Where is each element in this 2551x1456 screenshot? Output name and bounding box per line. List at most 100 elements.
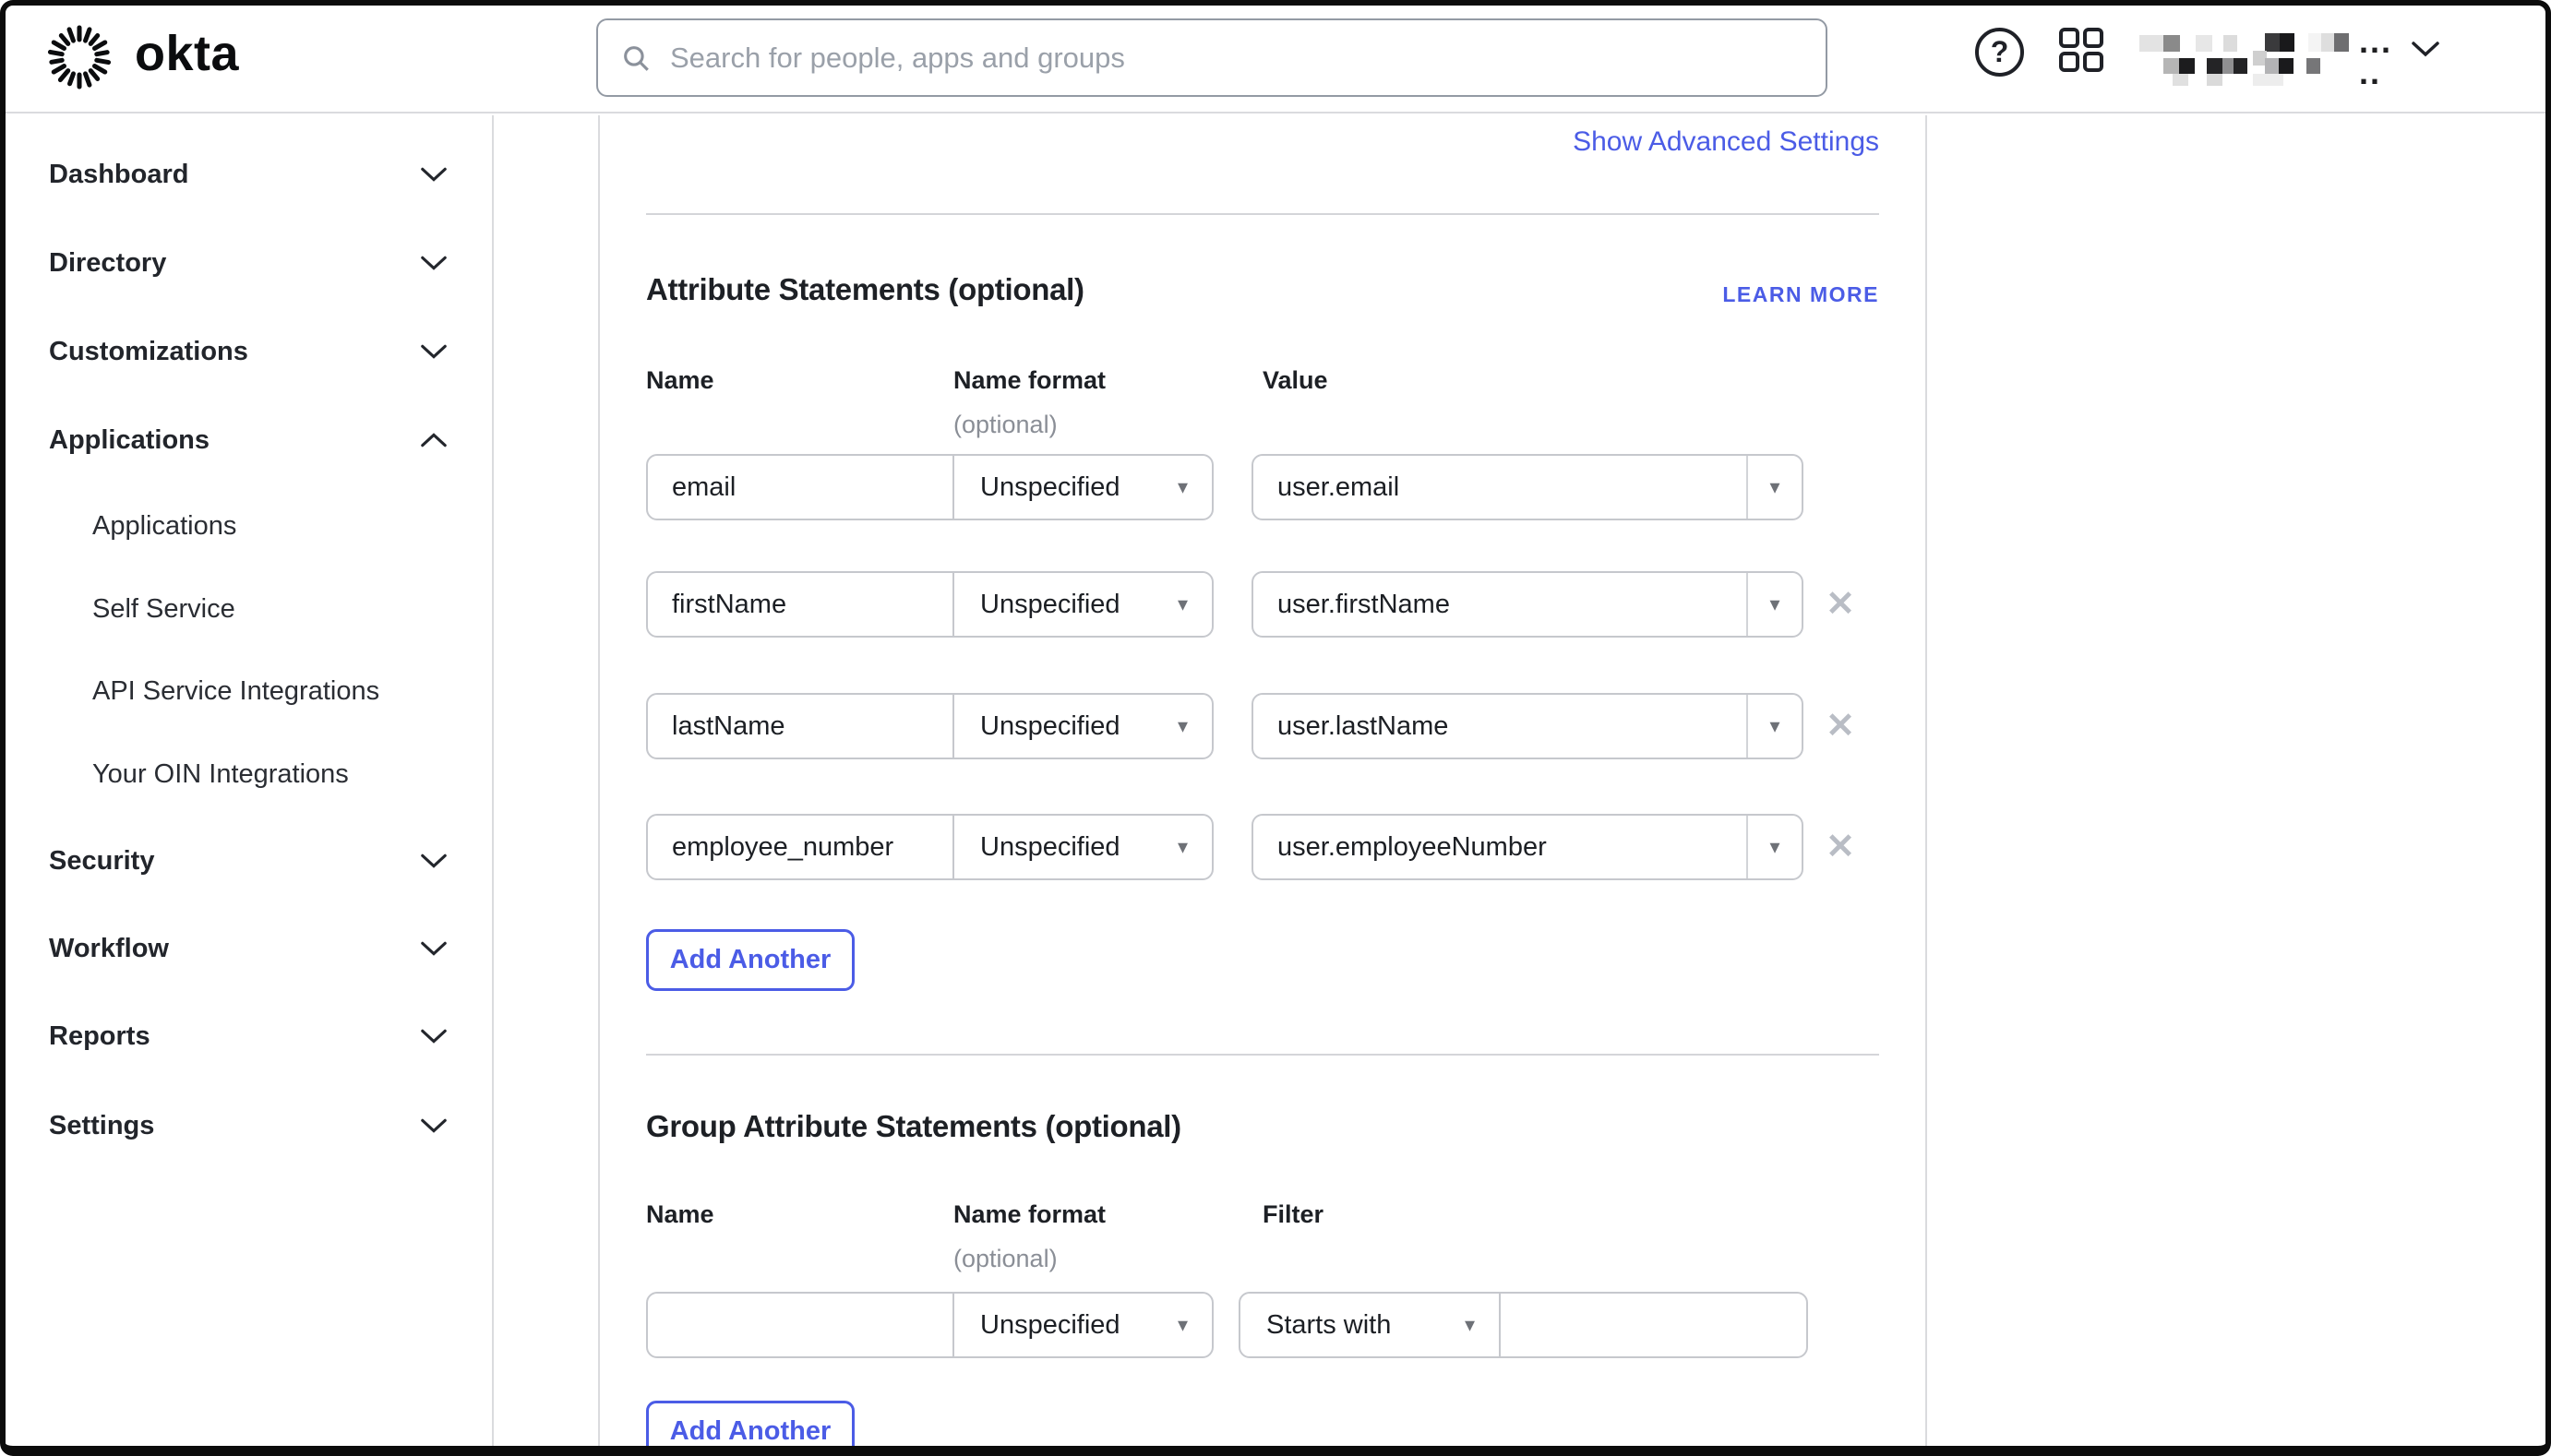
dropdown-caret-icon: ▾: [1178, 1313, 1188, 1337]
attribute-name-input[interactable]: [648, 573, 952, 636]
attribute-row: Unspecified ▾ ▾ ✕: [600, 571, 1929, 638]
filter-operator-select[interactable]: Starts with ▾: [1240, 1294, 1499, 1356]
dropdown-caret-icon: ▾: [1178, 835, 1188, 859]
close-icon: ✕: [1826, 707, 1855, 746]
attribute-value-input[interactable]: [1253, 695, 1746, 758]
search-input[interactable]: [670, 42, 1803, 75]
name-format-value: Unspecified: [980, 711, 1120, 742]
section-divider: [646, 1054, 1879, 1056]
okta-logo[interactable]: okta: [46, 22, 239, 92]
help-button[interactable]: ?: [1975, 28, 2024, 77]
attribute-value-input[interactable]: [1253, 456, 1746, 519]
name-and-format-group: Unspecified ▾: [646, 1292, 1214, 1358]
sidebar-item-settings[interactable]: Settings: [0, 1105, 494, 1146]
dropdown-caret-icon: ▾: [1769, 714, 1779, 738]
group-attribute-row: Unspecified ▾ Starts with ▾: [600, 1292, 1929, 1358]
add-another-attribute-button[interactable]: Add Another: [646, 929, 855, 991]
top-bar: okta ?: [0, 0, 2551, 113]
show-advanced-settings-link[interactable]: Show Advanced Settings: [1573, 126, 1879, 158]
column-header-name: Name: [646, 366, 714, 395]
column-header-name-format: Name format: [953, 366, 1106, 395]
okta-spinner-icon: [46, 24, 113, 90]
dropdown-caret-icon: ▾: [1178, 592, 1188, 616]
account-menu[interactable]: [2138, 28, 2350, 89]
remove-row-button[interactable]: ✕: [1820, 584, 1861, 625]
sidebar-item-self-service[interactable]: Self Service: [0, 589, 494, 629]
remove-row-button[interactable]: ✕: [1820, 706, 1861, 746]
search-icon: [620, 42, 652, 74]
attribute-value-input[interactable]: [1253, 816, 1746, 878]
settings-form-panel: Show Advanced Settings Attribute Stateme…: [598, 115, 1927, 1456]
chevron-down-icon: [420, 941, 448, 957]
chevron-down-icon: [420, 1029, 448, 1044]
name-format-select[interactable]: Unspecified ▾: [952, 573, 1212, 636]
grid-icon: [2058, 27, 2104, 73]
name-format-select[interactable]: Unspecified ▾: [952, 456, 1212, 519]
name-and-format-group: Unspecified ▾: [646, 693, 1214, 759]
attribute-value-input[interactable]: [1253, 573, 1746, 636]
redacted-account-text: [2138, 28, 2350, 89]
value-combo: ▾: [1252, 454, 1803, 520]
dropdown-caret-icon: ▾: [1769, 835, 1779, 859]
name-and-format-group: Unspecified ▾: [646, 814, 1214, 880]
filter-group: Starts with ▾: [1239, 1292, 1808, 1358]
close-icon: ✕: [1826, 585, 1855, 624]
learn-more-link[interactable]: LEARN MORE: [1722, 282, 1879, 307]
app-switcher-button[interactable]: [2056, 26, 2106, 76]
name-and-format-group: Unspecified ▾: [646, 571, 1214, 638]
account-chevron-button[interactable]: [2411, 41, 2440, 60]
sidebar-item-reports[interactable]: Reports: [0, 1016, 494, 1056]
value-combo: ▾: [1252, 693, 1803, 759]
value-dropdown-button[interactable]: ▾: [1746, 573, 1802, 636]
sidebar-item-workflow[interactable]: Workflow: [0, 928, 494, 969]
sidebar-item-customizations[interactable]: Customizations: [0, 331, 494, 372]
name-and-format-group: Unspecified ▾: [646, 454, 1214, 520]
column-header-optional: (optional): [953, 411, 1058, 439]
chevron-up-icon: [420, 433, 448, 448]
attribute-name-input[interactable]: [648, 816, 952, 878]
chevron-down-icon: [2411, 41, 2440, 57]
group-attribute-statements-title: Group Attribute Statements (optional): [646, 1109, 1181, 1144]
name-format-select[interactable]: Unspecified ▾: [952, 1294, 1212, 1356]
section-divider: [646, 213, 1879, 215]
name-format-value: Unspecified: [980, 472, 1120, 503]
remove-row-button[interactable]: ✕: [1820, 827, 1861, 867]
chevron-down-icon: [420, 344, 448, 360]
dropdown-caret-icon: ▾: [1769, 475, 1779, 499]
value-dropdown-button[interactable]: ▾: [1746, 816, 1802, 878]
dropdown-caret-icon: ▾: [1178, 475, 1188, 499]
name-format-value: Unspecified: [980, 832, 1120, 863]
name-format-value: Unspecified: [980, 1310, 1120, 1341]
sidebar-item-directory[interactable]: Directory: [0, 243, 494, 283]
group-name-input[interactable]: [648, 1294, 952, 1356]
sidebar-item-your-oin-integrations[interactable]: Your OIN Integrations: [0, 754, 494, 794]
name-format-select[interactable]: Unspecified ▾: [952, 695, 1212, 758]
dropdown-caret-icon: ▾: [1178, 714, 1188, 738]
filter-value-input[interactable]: [1499, 1294, 1806, 1356]
attribute-name-input[interactable]: [648, 456, 952, 519]
account-ellipsis-bottom: ..: [2359, 54, 2381, 92]
chevron-down-icon: [420, 853, 448, 869]
chevron-down-icon: [420, 256, 448, 271]
value-combo: ▾: [1252, 814, 1803, 880]
sidebar-item-applications[interactable]: Applications: [0, 420, 494, 460]
name-format-value: Unspecified: [980, 590, 1120, 620]
chevron-down-icon: [420, 1118, 448, 1134]
value-dropdown-button[interactable]: ▾: [1746, 695, 1802, 758]
sidebar-item-dashboard[interactable]: Dashboard: [0, 154, 494, 195]
column-header-name: Name: [646, 1200, 714, 1229]
okta-admin-window: okta ?: [0, 0, 2551, 1456]
name-format-select[interactable]: Unspecified ▾: [952, 816, 1212, 878]
sidebar-item-applications-applications[interactable]: Applications: [0, 506, 494, 546]
add-another-group-attribute-button[interactable]: Add Another: [646, 1401, 855, 1456]
column-header-optional: (optional): [953, 1245, 1058, 1273]
sidebar-item-api-service-integrations[interactable]: API Service Integrations: [0, 671, 494, 711]
value-dropdown-button[interactable]: ▾: [1746, 456, 1802, 519]
attribute-name-input[interactable]: [648, 695, 952, 758]
sidebar-item-security[interactable]: Security: [0, 841, 494, 881]
global-search: [596, 18, 1827, 97]
filter-operator-value: Starts with: [1266, 1310, 1391, 1341]
dropdown-caret-icon: ▾: [1769, 592, 1779, 616]
sidebar-nav: Dashboard Directory Customizations Appli…: [0, 115, 494, 1456]
column-header-filter: Filter: [1263, 1200, 1323, 1229]
